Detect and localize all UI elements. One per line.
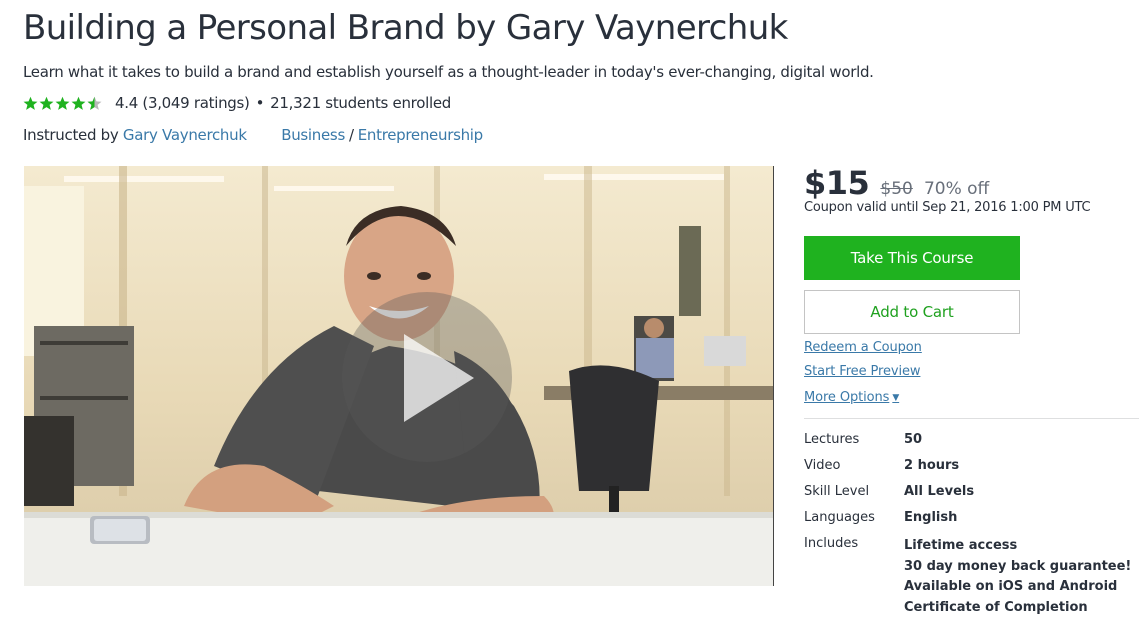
add-to-cart-button[interactable]: Add to Cart: [804, 290, 1020, 334]
course-details: Lectures 50 Video 2 hours Skill Level Al…: [804, 432, 1131, 618]
redeem-coupon-link[interactable]: Redeem a Coupon: [804, 340, 922, 355]
star-icon: [71, 96, 86, 110]
includes-item: 30 day money back guarantee!: [904, 558, 1132, 574]
detail-value: 2 hours: [904, 458, 960, 473]
category-link[interactable]: Business: [281, 126, 345, 144]
includes-item: Available on iOS and Android: [904, 579, 1118, 594]
detail-row-lectures: Lectures 50: [804, 432, 1131, 458]
instructed-by-label: Instructed by: [23, 126, 119, 144]
course-title: Building a Personal Brand by Gary Vayner…: [23, 8, 788, 48]
detail-label: Includes: [804, 536, 859, 551]
coupon-validity: Coupon valid until Sep 21, 2016 1:00 PM …: [804, 200, 1091, 215]
rating-text: 4.4 (3,049 ratings): [115, 94, 250, 112]
students-enrolled: 21,321 students enrolled: [270, 94, 451, 112]
subcategory-link[interactable]: Entrepreneurship: [358, 126, 483, 144]
rating-separator: •: [255, 94, 265, 112]
star-icon: [39, 96, 54, 110]
current-price: $15: [804, 164, 870, 202]
includes-list: Lifetime access 30 day money back guaran…: [904, 536, 1131, 618]
discount-text: 70% off: [923, 179, 990, 199]
breadcrumb-separator: /: [348, 126, 354, 144]
divider: [804, 418, 1139, 419]
price-block: $15 $50 70% off: [804, 164, 989, 202]
more-options-link[interactable]: More Options ▼: [804, 390, 899, 405]
rating-stars: [23, 96, 103, 111]
detail-row-includes: Includes Lifetime access 30 day money ba…: [804, 536, 1131, 618]
detail-label: Skill Level: [804, 484, 870, 499]
rating-row: 4.4 (3,049 ratings) • 21,321 students en…: [23, 94, 451, 112]
includes-item: Certificate of Completion: [904, 599, 1088, 615]
course-subtitle: Learn what it takes to build a brand and…: [23, 63, 874, 81]
original-price: $50: [880, 179, 913, 199]
detail-label: Lectures: [804, 432, 860, 447]
detail-value: English: [904, 510, 958, 525]
free-preview-link[interactable]: Start Free Preview: [804, 364, 921, 379]
instructor-row: Instructed by Gary Vaynerchuk Business / E…: [23, 126, 483, 144]
detail-label: Video: [804, 458, 841, 473]
star-icon: [55, 96, 70, 110]
detail-value: All Levels: [904, 484, 975, 499]
course-preview-video[interactable]: [24, 166, 774, 586]
detail-row-languages: Languages English: [804, 510, 1131, 536]
instructor-link[interactable]: Gary Vaynerchuk: [123, 126, 247, 144]
play-icon: [404, 334, 474, 422]
star-icon: [23, 96, 38, 110]
half-star-icon: [87, 96, 102, 110]
play-button[interactable]: [342, 292, 512, 462]
detail-label: Languages: [804, 510, 875, 525]
take-course-button[interactable]: Take This Course: [804, 236, 1020, 280]
detail-row-skill-level: Skill Level All Levels: [804, 484, 1131, 510]
detail-value: 50: [904, 432, 923, 447]
includes-item: Lifetime access: [904, 538, 1018, 553]
caret-down-icon: ▼: [892, 393, 900, 403]
more-options-label: More Options: [804, 390, 890, 405]
detail-row-video: Video 2 hours: [804, 458, 1131, 484]
